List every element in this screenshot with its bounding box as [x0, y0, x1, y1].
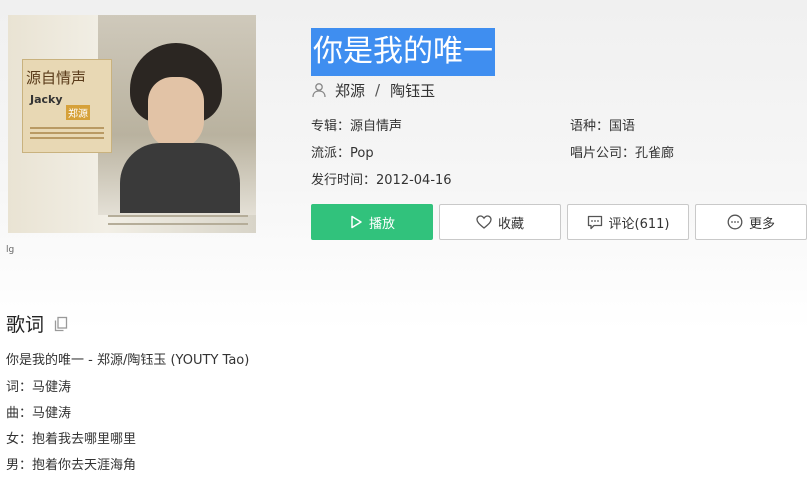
- play-button[interactable]: 播放: [311, 204, 433, 240]
- lyric-line: 男：抱着你去天涯海角: [6, 458, 137, 473]
- more-button[interactable]: 更多: [695, 204, 807, 240]
- artist-row: 郑源 / 陶钰玉: [311, 80, 435, 100]
- comments-button[interactable]: 评论(611): [567, 204, 689, 240]
- cover-small-text-lines: [30, 127, 104, 129]
- release-date-info: 发行时间：2012-04-16: [311, 173, 452, 188]
- lyric-line: 词：马健涛: [6, 380, 72, 395]
- artist-link-1[interactable]: 郑源: [335, 80, 365, 101]
- lyrics-heading: 歌词: [6, 310, 68, 337]
- broken-image-placeholder: lg: [6, 245, 15, 255]
- lyric-line: 你是我的唯一 - 郑源/陶钰玉 (YOUTY Tao): [6, 353, 250, 368]
- favorite-button[interactable]: 收藏: [439, 204, 561, 240]
- play-button-label: 播放: [368, 216, 395, 232]
- cover-person-face: [148, 77, 204, 149]
- heart-icon: [476, 215, 492, 229]
- copy-icon[interactable]: [54, 316, 68, 332]
- user-icon: [312, 83, 326, 98]
- album-info[interactable]: 专辑：源自情声: [311, 115, 402, 134]
- cover-bottom-text-lines: [108, 215, 248, 217]
- lyric-line: 女：抱着我去哪里哪里: [6, 432, 137, 447]
- favorite-button-label: 收藏: [497, 216, 524, 232]
- comment-icon: [587, 215, 602, 229]
- cover-name-cn: 郑源: [66, 105, 90, 120]
- comments-button-label: 评论(611): [608, 216, 670, 232]
- language-info: 语种：国语: [570, 119, 636, 134]
- cover-title-text: 源自情声: [26, 69, 87, 87]
- artist-link-2[interactable]: 陶钰玉: [390, 80, 435, 101]
- lyric-line: 曲：马健涛: [6, 406, 72, 421]
- lyrics-heading-text: 歌词: [6, 314, 45, 336]
- label-info: 唱片公司：孔雀廊: [570, 146, 675, 161]
- artist-separator: /: [375, 81, 381, 99]
- play-icon: [351, 215, 362, 229]
- cover-person-body: [120, 143, 240, 213]
- album-cover[interactable]: 源自情声 Jacky 郑源: [8, 15, 256, 233]
- genre-info: 流派：Pop: [311, 146, 374, 161]
- cover-name-en: Jacky: [30, 93, 63, 106]
- more-button-label: 更多: [748, 216, 775, 232]
- more-icon: [727, 214, 743, 230]
- song-title: 你是我的唯一: [311, 28, 495, 76]
